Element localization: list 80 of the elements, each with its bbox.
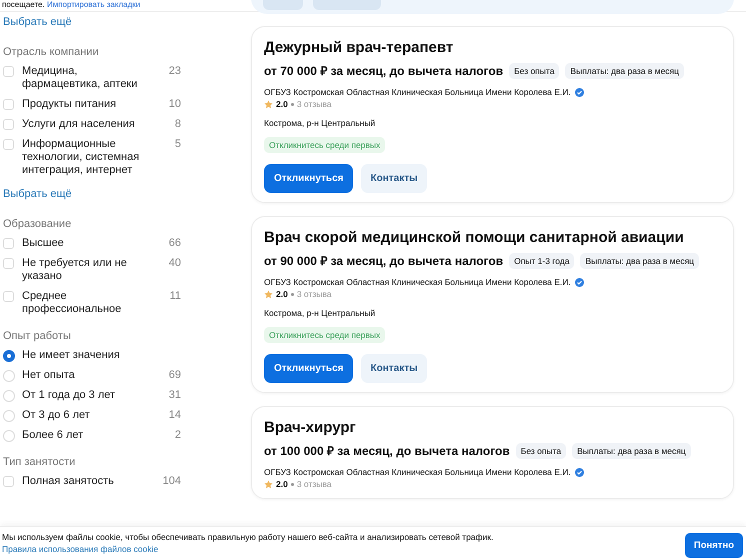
filter-option-label: Полная занятость [22, 475, 115, 488]
separator-dot [290, 482, 294, 486]
option-count: 104 [162, 475, 181, 488]
employer-name[interactable]: ОГБУЗ Костромская Областная Клиническая Больница Имени Королева Е.И. [264, 87, 571, 97]
star-icon [264, 290, 273, 298]
vacancy-title[interactable]: Дежурный врач-терапевт [264, 39, 721, 56]
separator-dot [290, 292, 294, 296]
checkbox[interactable] [3, 258, 14, 269]
salary: от 90 000 ₽ за месяц, до вычета налогов [264, 253, 504, 269]
filter-option-label: Продукты питания [22, 98, 118, 111]
option-count: 14 [168, 409, 181, 422]
option-count: 66 [168, 237, 181, 250]
radio-button[interactable] [3, 350, 15, 362]
response-badge: Откликнитесь среди первых [264, 327, 386, 343]
option-count: 8 [174, 118, 181, 131]
notice-text: посещаете. [2, 0, 45, 9]
salary: от 70 000 ₽ за месяц, до вычета налогов [264, 63, 504, 79]
apply-button[interactable]: Откликнуться [264, 164, 354, 193]
rating-value: 2.0 [276, 289, 288, 299]
filter-option-label: Медицина, фармацевтика, аптеки [22, 65, 138, 91]
vacancy-location: Кострома, р-н Центральный [264, 308, 376, 318]
vacancy-tag: Выплаты: два раза в месяц [565, 62, 684, 78]
cookie-policy-link[interactable]: Правила использования файлов cookie [2, 543, 158, 555]
cookie-text: Мы используем файлы cookie, чтобы обеспечивать правильную работу нашего веб-сайта и анализировать сетевой трафик. [2, 531, 494, 543]
filter-section-title: Образование [3, 218, 72, 230]
vacancy-tag: Без опыта [509, 62, 560, 78]
import-bookmarks-link[interactable]: Импортировать закладки [46, 0, 140, 9]
show-more-link[interactable]: Выбрать ещё [3, 16, 72, 28]
contacts-button[interactable]: Контакты [361, 164, 427, 193]
accept-button[interactable]: Понятно [684, 532, 743, 558]
rating-value: 2.0 [276, 479, 288, 489]
salary: от 100 000 ₽ за месяц, до вычета налогов [264, 443, 510, 459]
vacancy-tag: Выплаты: два раза в месяц [580, 252, 700, 268]
checkbox[interactable] [3, 119, 14, 130]
checkbox[interactable] [3, 66, 14, 77]
star-icon [264, 480, 273, 488]
apply-button[interactable]: Откликнуться [264, 354, 354, 383]
filter-option-label: Не требуется или не указано [22, 257, 128, 283]
option-count: 69 [168, 369, 181, 382]
checkbox[interactable] [3, 238, 14, 249]
vacancy-tag: Выплаты: два раза в месяц [572, 442, 691, 458]
separator-dot [290, 102, 294, 106]
filter-option-label: Высшее [22, 237, 65, 250]
option-count: 10 [168, 98, 181, 111]
filter-option-label: Не имеет значения [22, 349, 121, 362]
filter-section-title: Опыт работы [3, 330, 72, 342]
reviews-count[interactable]: 3 отзыва [296, 99, 332, 109]
contacts-button[interactable]: Контакты [361, 354, 427, 383]
filter-option-label: Среднее профессиональное [22, 290, 122, 316]
filter-section-title: Тип занятости [3, 456, 76, 468]
vacancy-location: Кострома, р-н Центральный [264, 118, 376, 128]
option-count: 5 [174, 138, 181, 151]
vacancy-tag: Без опыта [516, 442, 566, 458]
filter-section-title: Отрасль компании [3, 46, 100, 58]
checkbox[interactable] [3, 476, 14, 487]
checkbox[interactable] [3, 291, 14, 302]
option-count: 2 [174, 429, 181, 442]
option-count: 11 [168, 290, 181, 303]
checkbox[interactable] [3, 139, 14, 150]
reviews-count[interactable]: 3 отзыва [296, 289, 332, 299]
option-count: 31 [168, 389, 181, 402]
star-icon [264, 100, 273, 108]
filter-option-label: Более 6 лет [22, 429, 84, 442]
show-more-link[interactable]: Выбрать ещё [3, 188, 72, 200]
response-badge: Откликнитесь среди первых [264, 137, 386, 153]
rating-value: 2.0 [276, 99, 288, 109]
filter-option-label: От 1 года до 3 лет [22, 389, 116, 402]
vacancy-title[interactable]: Врач скорой медицинской помощи санитарной авиации [264, 229, 721, 246]
filter-option-label: Услуги для населения [22, 118, 136, 131]
vacancy-tag: Опыт 1-3 года [509, 252, 574, 268]
checkbox[interactable] [3, 99, 14, 110]
reviews-count[interactable]: 3 отзыва [296, 479, 332, 489]
employer-name[interactable]: ОГБУЗ Костромская Областная Клиническая Больница Имени Королева Е.И. [264, 467, 571, 477]
employer-name[interactable]: ОГБУЗ Костромская Областная Клиническая Больница Имени Королева Е.И. [264, 277, 571, 287]
option-count: 40 [168, 257, 181, 270]
option-count: 23 [168, 65, 181, 78]
filter-option-label: Нет опыта [22, 369, 76, 382]
vacancy-title[interactable]: Врач-хирург [264, 419, 721, 436]
filter-option-label: Информационные технологии, системная интеграция, интернет [22, 138, 140, 177]
filter-option-label: От 3 до 6 лет [22, 409, 91, 422]
